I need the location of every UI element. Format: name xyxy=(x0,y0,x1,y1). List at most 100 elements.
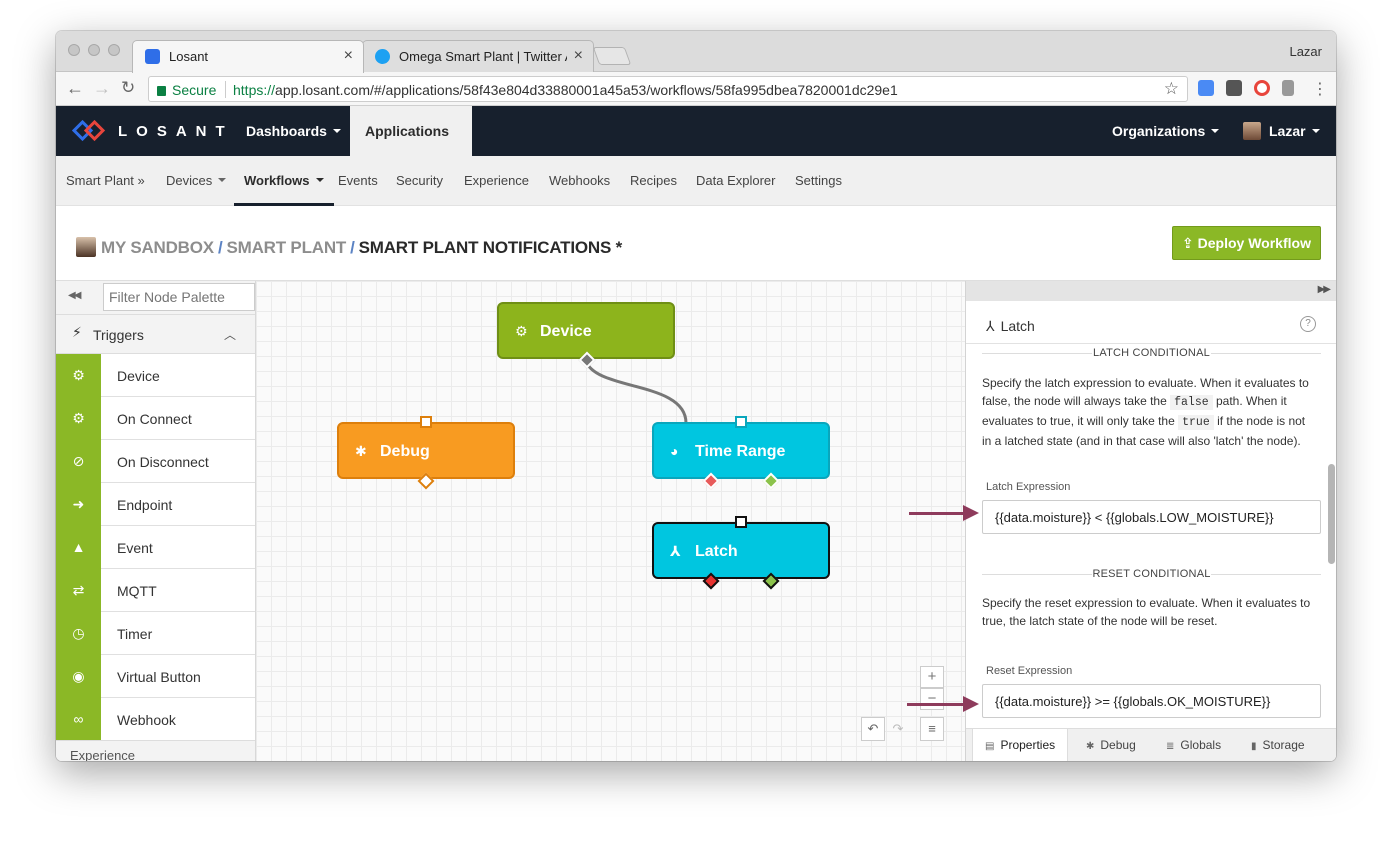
caret-down-icon xyxy=(332,129,341,133)
reset-expression-label: Reset Expression xyxy=(986,665,1073,677)
panel-toolbar: ▶▶ xyxy=(966,281,1336,301)
palette-node-on-disconnect[interactable]: ⊘ On Disconnect xyxy=(56,440,255,483)
reset-expression-input[interactable]: {{data.moisture}} >= {{globals.OK_MOISTU… xyxy=(982,684,1321,718)
redo-icon[interactable]: ↷ xyxy=(886,717,910,741)
secure-indicator[interactable]: Secure xyxy=(157,82,216,98)
back-arrow-icon[interactable]: ← xyxy=(66,78,84,99)
zoom-window-button[interactable] xyxy=(108,44,120,56)
filter-node-palette-input[interactable] xyxy=(103,283,255,311)
zoom-in-button[interactable]: + xyxy=(920,666,944,688)
tab-storage[interactable]: ▮ Storage xyxy=(1239,729,1317,761)
forward-arrow-icon[interactable]: → xyxy=(93,78,111,99)
close-tab-icon[interactable]: × xyxy=(574,47,583,65)
palette-node-webhook[interactable]: ∞ Webhook xyxy=(56,698,255,741)
subnav-devices[interactable]: Devices xyxy=(166,156,227,206)
help-icon[interactable]: ? xyxy=(1300,316,1316,332)
deploy-workflow-button[interactable]: ⇪ Deploy Workflow xyxy=(1172,226,1321,260)
workflow-node-time-range[interactable]: ◕ Time Range xyxy=(652,416,830,490)
device-to-time-range-connector[interactable] xyxy=(584,360,688,424)
input-port[interactable] xyxy=(420,416,432,428)
palette-category-triggers[interactable]: ⚡ Triggers ︿ xyxy=(56,314,255,354)
zoom-out-button[interactable]: − xyxy=(920,688,944,710)
bookmark-star-icon[interactable]: ☆ xyxy=(1164,79,1179,99)
subnav-experience[interactable]: Experience xyxy=(464,156,529,206)
expand-right-icon[interactable]: ▶▶ xyxy=(1318,284,1331,295)
breadcrumb-application[interactable]: SMART PLANT xyxy=(226,238,346,257)
latch-icon: ⅄ xyxy=(986,318,995,334)
nav-organizations[interactable]: Organizations xyxy=(1097,106,1234,156)
list-menu-icon[interactable]: ≡ xyxy=(920,717,944,741)
url-divider xyxy=(225,81,226,98)
undo-icon[interactable]: ↶ xyxy=(861,717,885,741)
caret-down-icon xyxy=(1311,129,1320,133)
tab-properties[interactable]: ▤ Properties xyxy=(972,729,1069,761)
subnav-events[interactable]: Events xyxy=(338,156,378,206)
annotation-arrow-reset xyxy=(907,696,979,712)
subnav-security[interactable]: Security xyxy=(396,156,443,206)
palette-node-event[interactable]: ▲ Event xyxy=(56,526,255,569)
close-window-button[interactable] xyxy=(68,44,80,56)
url-input[interactable]: Secure https://app.losant.com/#/applicat… xyxy=(148,76,1188,102)
node-palette: ◀◀ ⚡ Triggers ︿ ⚙ Device ⚙ On Connect ⊘ On … xyxy=(56,281,256,761)
subnav-data-explorer[interactable]: Data Explorer xyxy=(696,156,775,206)
nav-dashboards[interactable]: Dashboards xyxy=(231,106,356,156)
palette-node-mqtt[interactable]: ⇄ MQTT xyxy=(56,569,255,612)
extension-icon[interactable] xyxy=(1198,80,1214,96)
losant-logo-icon[interactable] xyxy=(71,119,106,142)
subnav-webhooks[interactable]: Webhooks xyxy=(549,156,610,206)
vivaldi-icon[interactable] xyxy=(1282,80,1294,96)
new-tab-button[interactable] xyxy=(592,47,632,65)
losant-favicon-icon xyxy=(145,49,160,64)
input-port[interactable] xyxy=(735,516,747,528)
collapse-left-icon[interactable]: ◀◀ xyxy=(68,290,81,301)
palette-node-label: On Connect xyxy=(117,411,192,427)
panel-title-text: Latch xyxy=(1000,318,1035,334)
palette-node-label: Timer xyxy=(117,626,153,642)
browser-tab-losant[interactable]: Losant × xyxy=(132,40,364,73)
palette-node-label: Virtual Button xyxy=(117,669,201,685)
subnav-recipes[interactable]: Recipes xyxy=(630,156,677,206)
reload-icon[interactable]: ↻ xyxy=(121,78,135,98)
node-label: Latch xyxy=(695,543,738,560)
close-tab-icon[interactable]: × xyxy=(344,47,353,65)
panel-title: ⅄ Latch xyxy=(986,318,1035,335)
browser-tab-twitter[interactable]: Omega Smart Plant | Twitter A × xyxy=(362,40,594,72)
palette-node-device[interactable]: ⚙ Device xyxy=(56,354,255,397)
palette-node-virtual-button[interactable]: ◉ Virtual Button xyxy=(56,655,255,698)
workflow-canvas[interactable]: ⚙ Device ✱ Debug ◕ Time Range ⅄ Latch + … xyxy=(256,281,965,761)
caret-down-icon xyxy=(1211,129,1220,133)
twitter-favicon-icon xyxy=(375,49,390,64)
workflow-node-debug[interactable]: ✱ Debug xyxy=(337,416,515,490)
tab-globals[interactable]: ≣ Globals xyxy=(1154,729,1233,761)
workflow-node-latch[interactable]: ⅄ Latch xyxy=(652,516,830,590)
pocket-icon[interactable] xyxy=(1226,80,1242,96)
browser-window: Losant × Omega Smart Plant | Twitter A ×… xyxy=(56,31,1336,761)
breadcrumb-separator: / xyxy=(350,238,355,257)
latch-expression-input[interactable]: {{data.moisture}} < {{globals.LOW_MOISTU… xyxy=(982,500,1321,534)
browser-profile-name[interactable]: Lazar xyxy=(1289,44,1322,59)
palette-node-endpoint[interactable]: ➜ Endpoint xyxy=(56,483,255,526)
subnav-app[interactable]: Smart Plant » xyxy=(66,156,145,206)
subnav-settings[interactable]: Settings xyxy=(795,156,842,206)
losant-wordmark[interactable]: LOSANT xyxy=(118,123,234,140)
subnav-workflows[interactable]: Workflows xyxy=(234,156,333,206)
palette-node-timer[interactable]: ◷ Timer xyxy=(56,612,255,655)
opera-icon[interactable] xyxy=(1254,80,1270,96)
palette-node-on-connect[interactable]: ⚙ On Connect xyxy=(56,397,255,440)
nav-user-menu[interactable]: Lazar xyxy=(1228,106,1335,156)
breadcrumb-sandbox[interactable]: MY SANDBOX xyxy=(101,238,214,257)
page-title: SMART PLANT NOTIFICATIONS * xyxy=(358,238,623,257)
palette-category-experience[interactable]: Experience xyxy=(56,740,255,761)
input-port[interactable] xyxy=(735,416,747,428)
caret-down-icon xyxy=(218,178,227,182)
palette-node-label: Webhook xyxy=(117,712,176,728)
chevron-up-icon: ︿ xyxy=(223,328,236,342)
tab-debug[interactable]: ✱ Debug xyxy=(1074,729,1148,761)
minimize-window-button[interactable] xyxy=(88,44,100,56)
nav-applications[interactable]: Applications xyxy=(350,106,472,183)
node-label: Debug xyxy=(380,443,430,460)
panel-scrollbar[interactable] xyxy=(1328,464,1335,564)
workflow-node-device[interactable]: ⚙ Device xyxy=(497,302,675,369)
menu-kebab-icon[interactable]: ⋮ xyxy=(1312,79,1328,99)
panel-scroll-area[interactable]: LATCH CONDITIONAL Specify the latch expr… xyxy=(966,343,1336,728)
